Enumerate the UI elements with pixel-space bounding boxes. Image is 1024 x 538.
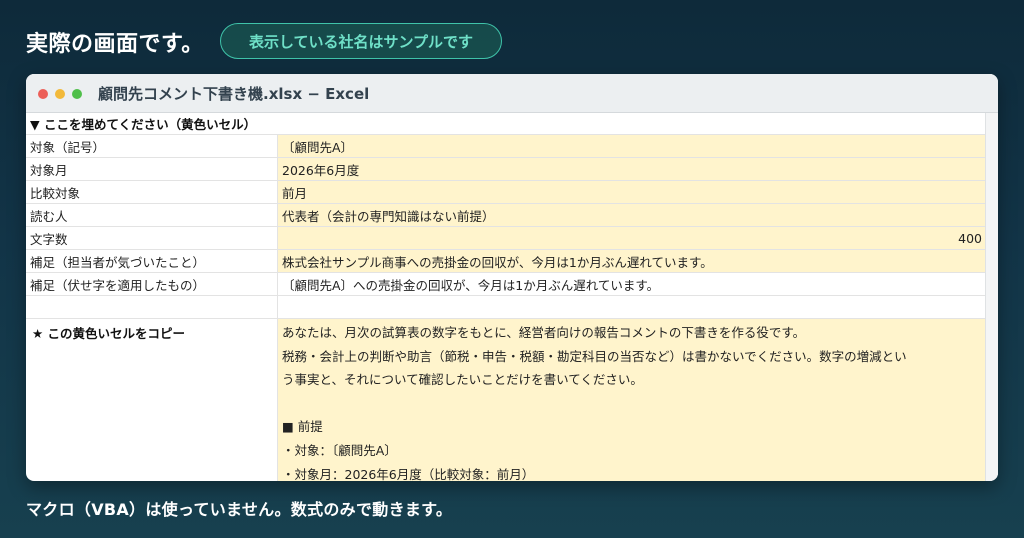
table-row: 文字数 400: [26, 227, 986, 250]
input-cell[interactable]: 株式会社サンプル商事への売掛金の回収が、今月は1か月ぶん遅れています。: [278, 250, 986, 272]
prompt-line: 税務・会計上の判断や助言（節税・申告・税額・勘定科目の当否など）は書かないでくだ…: [282, 348, 907, 364]
prompt-row: ★ この黄色いセルをコピー あなたは、月次の試算表の数字をもとに、経営者向けの報…: [26, 319, 986, 481]
prompt-line: あなたは、月次の試算表の数字をもとに、経営者向けの報告コメントの下書きを作る役で…: [282, 325, 806, 340]
window-titlebar: 顧問先コメント下書き機.xlsx − Excel: [26, 74, 998, 113]
window-title: 顧問先コメント下書き機.xlsx − Excel: [98, 85, 370, 103]
input-cell[interactable]: 代表者（会計の専門知識はない前提）: [278, 204, 986, 226]
table-row: 読む人 代表者（会計の専門知識はない前提）: [26, 204, 986, 227]
prompt-line: [282, 392, 982, 416]
spreadsheet-grid: ▼ ここを埋めてください（黄色いセル） 対象（記号） 〔顧問先A〕 対象月 20…: [26, 113, 986, 481]
maximize-window-button[interactable]: [72, 89, 82, 99]
empty-row: [26, 296, 986, 319]
table-row: 対象月 2026年6月度: [26, 158, 986, 181]
empty-cell[interactable]: [26, 296, 278, 318]
footer-note: マクロ（VBA）は使っていません。数式のみで動きます。: [26, 500, 453, 519]
output-cell[interactable]: 〔顧問先A〕への売掛金の回収が、今月は1か月ぶん遅れています。: [278, 273, 986, 295]
table-row: 補足（伏せ字を適用したもの） 〔顧問先A〕への売掛金の回収が、今月は1か月ぶん遅…: [26, 273, 986, 296]
table-row: 補足（担当者が気づいたこと） 株式会社サンプル商事への売掛金の回収が、今月は1か…: [26, 250, 986, 273]
vertical-scrollbar[interactable]: [985, 113, 998, 481]
input-cell[interactable]: 〔顧問先A〕: [278, 135, 986, 157]
copy-instruction-cell[interactable]: ★ この黄色いセルをコピー: [26, 319, 278, 481]
input-cell[interactable]: 前月: [278, 181, 986, 203]
row-label-cell[interactable]: 対象月: [26, 158, 278, 180]
row-label-cell[interactable]: 補足（伏せ字を適用したもの）: [26, 273, 278, 295]
row-label-cell[interactable]: 比較対象: [26, 181, 278, 203]
input-cell[interactable]: 2026年6月度: [278, 158, 986, 180]
minimize-window-button[interactable]: [55, 89, 65, 99]
section-header-cell[interactable]: ▼ ここを埋めてください（黄色いセル）: [26, 113, 986, 134]
table-row: 比較対象 前月: [26, 181, 986, 204]
section-header-row: ▼ ここを埋めてください（黄色いセル）: [26, 113, 986, 135]
prompt-line: ・対象月：2026年6月度（比較対象：前月）: [282, 466, 535, 481]
sample-notice-badge: 表示している社名はサンプルです: [220, 23, 502, 59]
row-label-cell[interactable]: 対象（記号）: [26, 135, 278, 157]
row-label-cell[interactable]: 読む人: [26, 204, 278, 226]
prompt-cell[interactable]: あなたは、月次の試算表の数字をもとに、経営者向けの報告コメントの下書きを作る役で…: [278, 319, 986, 481]
row-label-cell[interactable]: 文字数: [26, 227, 278, 249]
row-label-cell[interactable]: 補足（担当者が気づいたこと）: [26, 250, 278, 272]
close-window-button[interactable]: [38, 89, 48, 99]
prompt-line: ■ 前提: [282, 419, 323, 435]
prompt-line: う事実と、それについて確認したいことだけを書いてください。: [282, 372, 643, 388]
table-row: 対象（記号） 〔顧問先A〕: [26, 135, 986, 158]
page-headline: 実際の画面です。: [26, 32, 204, 57]
input-cell[interactable]: 400: [278, 227, 986, 249]
empty-cell[interactable]: [278, 296, 986, 318]
prompt-line: ・対象：〔顧問先A〕: [282, 442, 397, 458]
excel-window: 顧問先コメント下書き機.xlsx − Excel ▼ ここを埋めてください（黄色…: [26, 74, 998, 481]
